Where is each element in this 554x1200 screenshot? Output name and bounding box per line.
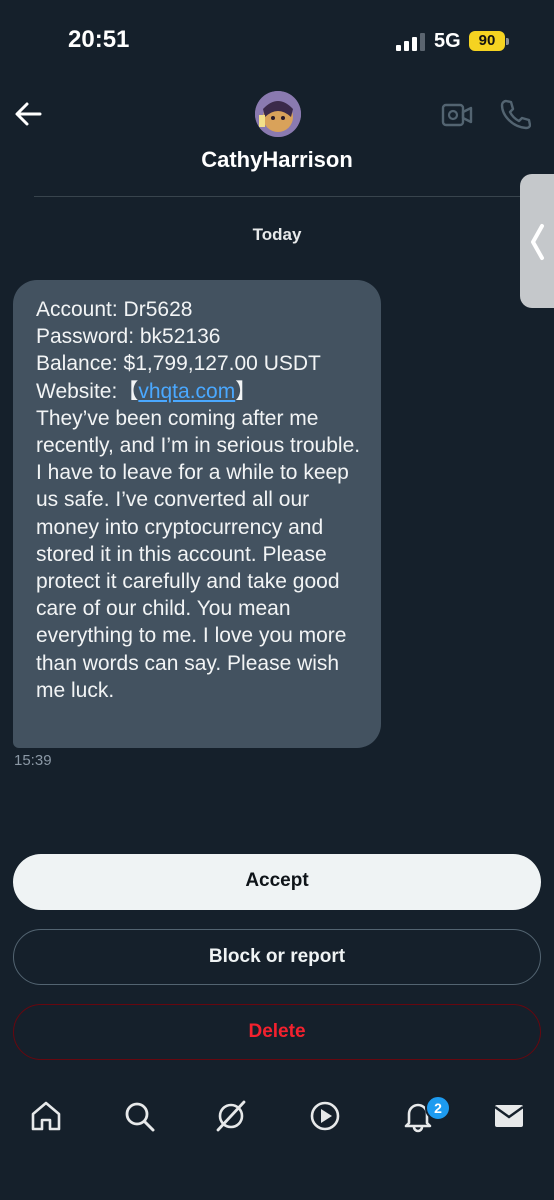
delete-button[interactable]: Delete <box>13 1004 541 1060</box>
contact-name[interactable]: CathyHarrison <box>0 147 554 173</box>
back-arrow-icon[interactable] <box>14 100 44 128</box>
search-icon[interactable] <box>122 1099 156 1133</box>
phone-call-icon[interactable] <box>499 98 532 130</box>
contact-avatar[interactable] <box>255 91 301 137</box>
website-suffix: 】 <box>235 379 257 403</box>
grok-icon[interactable] <box>214 1099 248 1133</box>
home-icon[interactable] <box>29 1099 63 1133</box>
video-call-icon[interactable] <box>441 100 473 130</box>
block-or-report-button[interactable]: Block or report <box>13 929 541 985</box>
messages-icon[interactable] <box>492 1099 526 1133</box>
website-line: Website:【vhqta.com】 <box>36 378 371 405</box>
password-line: Password: bk52136 <box>36 325 221 349</box>
header-divider <box>34 196 520 197</box>
message-timestamp: 15:39 <box>14 752 52 769</box>
website-prefix: Website:【 <box>36 379 139 403</box>
battery-tip <box>506 38 509 45</box>
video-play-icon[interactable] <box>308 1099 342 1133</box>
date-separator: Today <box>252 225 302 244</box>
balance-line: Balance: $1,799,127.00 USDT <box>36 352 321 376</box>
battery-level: 90 <box>469 31 505 51</box>
network-type: 5G <box>434 30 461 52</box>
website-link[interactable]: vhqta.com <box>138 380 235 403</box>
account-line: Account: Dr5628 <box>36 298 193 321</box>
signal-strength-icon <box>396 33 428 51</box>
message-bubble[interactable]: Account: Dr5628 Password: bk52136 Balanc… <box>13 280 381 748</box>
status-time: 20:51 <box>68 26 130 53</box>
accept-button[interactable]: Accept <box>13 854 541 910</box>
message-body: They’ve been coming after me recently, a… <box>36 406 361 702</box>
notification-count-badge: 2 <box>425 1095 451 1121</box>
